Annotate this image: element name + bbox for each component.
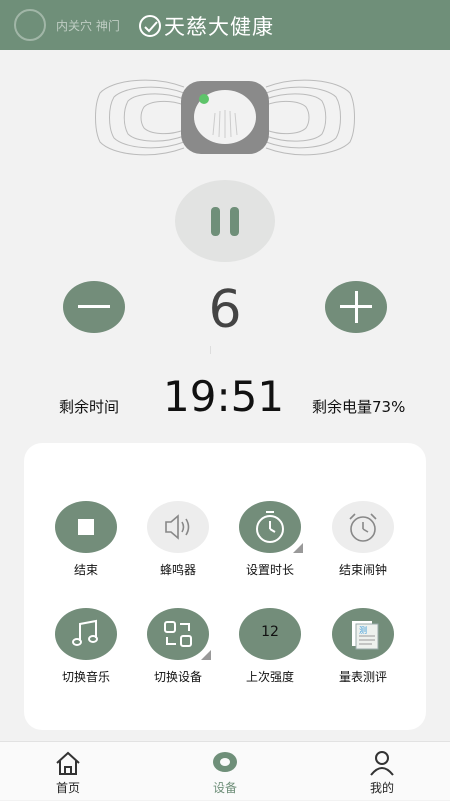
tab-label: 首页 [55,781,80,795]
assessment-icon: 测 [352,621,379,650]
last-intensity-value: 12 [261,624,279,640]
device-icon [213,752,237,772]
decrease-intensity-button[interactable] [63,281,125,333]
assessment-button[interactable]: 测 [332,608,394,660]
function-label: 切换设备 [153,670,202,684]
remaining-time-label: 剩余时间 [59,398,120,416]
function-label: 切换音乐 [61,670,110,684]
header-bar: 内关穴 神门 天慈大健康 [0,0,450,50]
last-intensity-function[interactable]: 12 上次强度 [230,608,310,685]
tab-label: 我的 [369,781,394,795]
stop-button[interactable] [55,501,117,553]
stop-function[interactable]: 结束 [46,501,126,578]
function-label: 结束闹钟 [338,563,387,577]
last-intensity-button[interactable]: 12 [239,608,301,660]
device-illustration [95,79,355,156]
switch-device-icon [164,621,192,647]
bottom-tab-bar: 首页 设备 我的 [0,741,450,800]
profile-icon [370,751,394,776]
set-duration-button[interactable] [239,501,303,553]
pause-button[interactable] [175,180,275,262]
function-panel: 结束 蜂鸣器 设置时长 结束闹钟 切换音乐 切换设备 12 上次强度 测 量表测… [24,443,426,730]
buzzer-button[interactable] [147,501,209,553]
tab-device[interactable]: 设备 [185,742,265,801]
plus-icon-vertical [354,291,358,323]
stop-icon [78,519,94,535]
corner-indicator [201,650,211,660]
intensity-level: 6 [208,280,242,340]
check-circle-icon [139,15,161,37]
tab-profile[interactable]: 我的 [342,742,422,801]
function-label: 结束 [73,563,98,577]
assessment-badge: 测 [359,626,367,635]
increase-intensity-button[interactable] [325,281,387,333]
switch-music-function[interactable]: 切换音乐 [46,608,126,685]
stop-alarm-button[interactable] [332,501,394,553]
speaker-icon [165,514,190,540]
timer-icon [256,511,284,543]
assessment-function[interactable]: 测 量表测评 [323,608,403,685]
music-note-icon [72,619,98,646]
stop-alarm-function[interactable]: 结束闹钟 [323,501,403,578]
home-icon [56,751,80,775]
alarm-clock-icon [349,513,377,542]
function-label: 设置时长 [245,563,294,577]
remaining-time-value: 19:51 [163,372,285,421]
corner-indicator [293,543,303,553]
switch-device-function[interactable]: 切换设备 [138,608,218,685]
logo-icon [14,9,46,41]
acupoint-label: 内关穴 神门 [56,19,120,33]
app-title: 天慈大健康 [164,15,274,39]
battery-label: 剩余电量73% [312,398,406,416]
function-label: 量表测评 [338,670,387,684]
function-label: 蜂鸣器 [159,563,196,577]
pause-icon [211,207,220,236]
level-indicator [210,346,211,354]
function-label: 上次强度 [245,670,294,684]
tab-label: 设备 [212,781,237,795]
minus-icon [78,305,110,308]
tab-home[interactable]: 首页 [28,742,108,801]
set-duration-function[interactable]: 设置时长 [230,501,310,578]
switch-music-button[interactable] [55,608,117,660]
pause-icon-bar [230,207,239,236]
buzzer-function[interactable]: 蜂鸣器 [138,501,218,578]
switch-device-button[interactable] [147,608,211,660]
